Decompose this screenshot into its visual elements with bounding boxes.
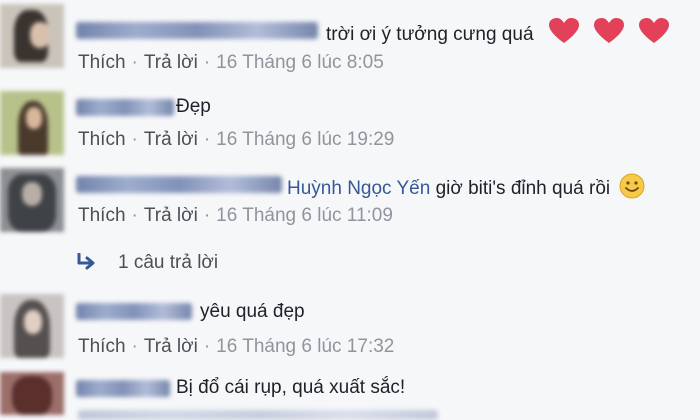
reply-link[interactable]: Trả lời bbox=[144, 129, 198, 150]
comment-actions: Thích · Trả lời · 16 Tháng 6 lúc 11:09 bbox=[78, 204, 393, 228]
comment-text: yêu quá đẹp bbox=[200, 300, 305, 324]
author-name-blurred[interactable] bbox=[76, 22, 318, 39]
comment-text: Đẹp bbox=[176, 95, 211, 119]
reply-link[interactable]: Trả lời bbox=[144, 336, 198, 357]
author-name-blurred[interactable] bbox=[76, 303, 192, 320]
comment-actions: Thích · Trả lời · 16 Tháng 6 lúc 8:05 bbox=[78, 51, 384, 75]
replies-count-label: 1 câu trả lời bbox=[118, 252, 219, 273]
like-link[interactable]: Thích bbox=[78, 336, 126, 357]
heart-icon bbox=[548, 18, 579, 51]
like-link[interactable]: Thích bbox=[78, 129, 126, 150]
like-link[interactable]: Thích bbox=[78, 52, 126, 73]
view-replies-link[interactable]: 1 câu trả lời bbox=[76, 251, 218, 275]
author-name-blurred[interactable] bbox=[76, 99, 174, 116]
avatar[interactable] bbox=[0, 372, 64, 415]
heart-icon bbox=[594, 18, 625, 51]
separator-dot: · bbox=[131, 129, 138, 150]
avatar[interactable] bbox=[0, 294, 64, 358]
separator-dot: · bbox=[203, 129, 211, 150]
comment-text-body: trời ơi ý tưởng cưng quá bbox=[326, 24, 534, 45]
comment-text-body: Đẹp bbox=[176, 96, 211, 117]
author-name-blurred[interactable] bbox=[76, 176, 282, 193]
avatar[interactable] bbox=[0, 4, 64, 68]
comment-actions: Thích · Trả lời · 16 Tháng 6 lúc 17:32 bbox=[78, 335, 394, 359]
heart-icon bbox=[639, 18, 670, 51]
reply-link[interactable]: Trả lời bbox=[144, 205, 198, 226]
separator-dot: · bbox=[131, 336, 138, 357]
timestamp[interactable]: 16 Tháng 6 lúc 17:32 bbox=[216, 336, 394, 357]
separator-dot: · bbox=[131, 205, 138, 226]
reply-arrow-icon bbox=[77, 252, 95, 270]
avatar[interactable] bbox=[0, 168, 64, 232]
separator-dot: · bbox=[131, 52, 138, 73]
comment-text-body: Bị đổ cái rụp, quá xuất sắc! bbox=[176, 377, 406, 398]
timestamp[interactable]: 16 Tháng 6 lúc 8:05 bbox=[216, 52, 384, 73]
comment-text: Bị đổ cái rụp, quá xuất sắc! bbox=[176, 376, 405, 400]
separator-dot: · bbox=[203, 205, 211, 226]
author-name-blurred[interactable] bbox=[76, 380, 170, 397]
comment-actions: Thích · Trả lời · 16 Tháng 6 lúc 19:29 bbox=[78, 128, 394, 152]
avatar[interactable] bbox=[0, 91, 64, 155]
comment-text: Huỳnh Ngọc Yến giờ biti's đỉnh quá rồi bbox=[287, 173, 645, 206]
separator-dot: · bbox=[203, 52, 211, 73]
timestamp[interactable]: 16 Tháng 6 lúc 19:29 bbox=[216, 129, 394, 150]
comment-text-body: giờ biti's đỉnh quá rồi bbox=[435, 178, 611, 199]
comment-text-body: yêu quá đẹp bbox=[200, 301, 305, 322]
tagged-user-link[interactable]: Huỳnh Ngọc Yến bbox=[287, 178, 430, 199]
timestamp[interactable]: 16 Tháng 6 lúc 11:09 bbox=[216, 205, 393, 226]
separator-dot: · bbox=[203, 336, 211, 357]
comment-text: trời ơi ý tưởng cưng quá bbox=[326, 18, 670, 51]
comment-actions-cropped bbox=[78, 410, 438, 420]
like-link[interactable]: Thích bbox=[78, 205, 126, 226]
smile-emoji-icon bbox=[619, 173, 645, 206]
reply-link[interactable]: Trả lời bbox=[144, 52, 198, 73]
